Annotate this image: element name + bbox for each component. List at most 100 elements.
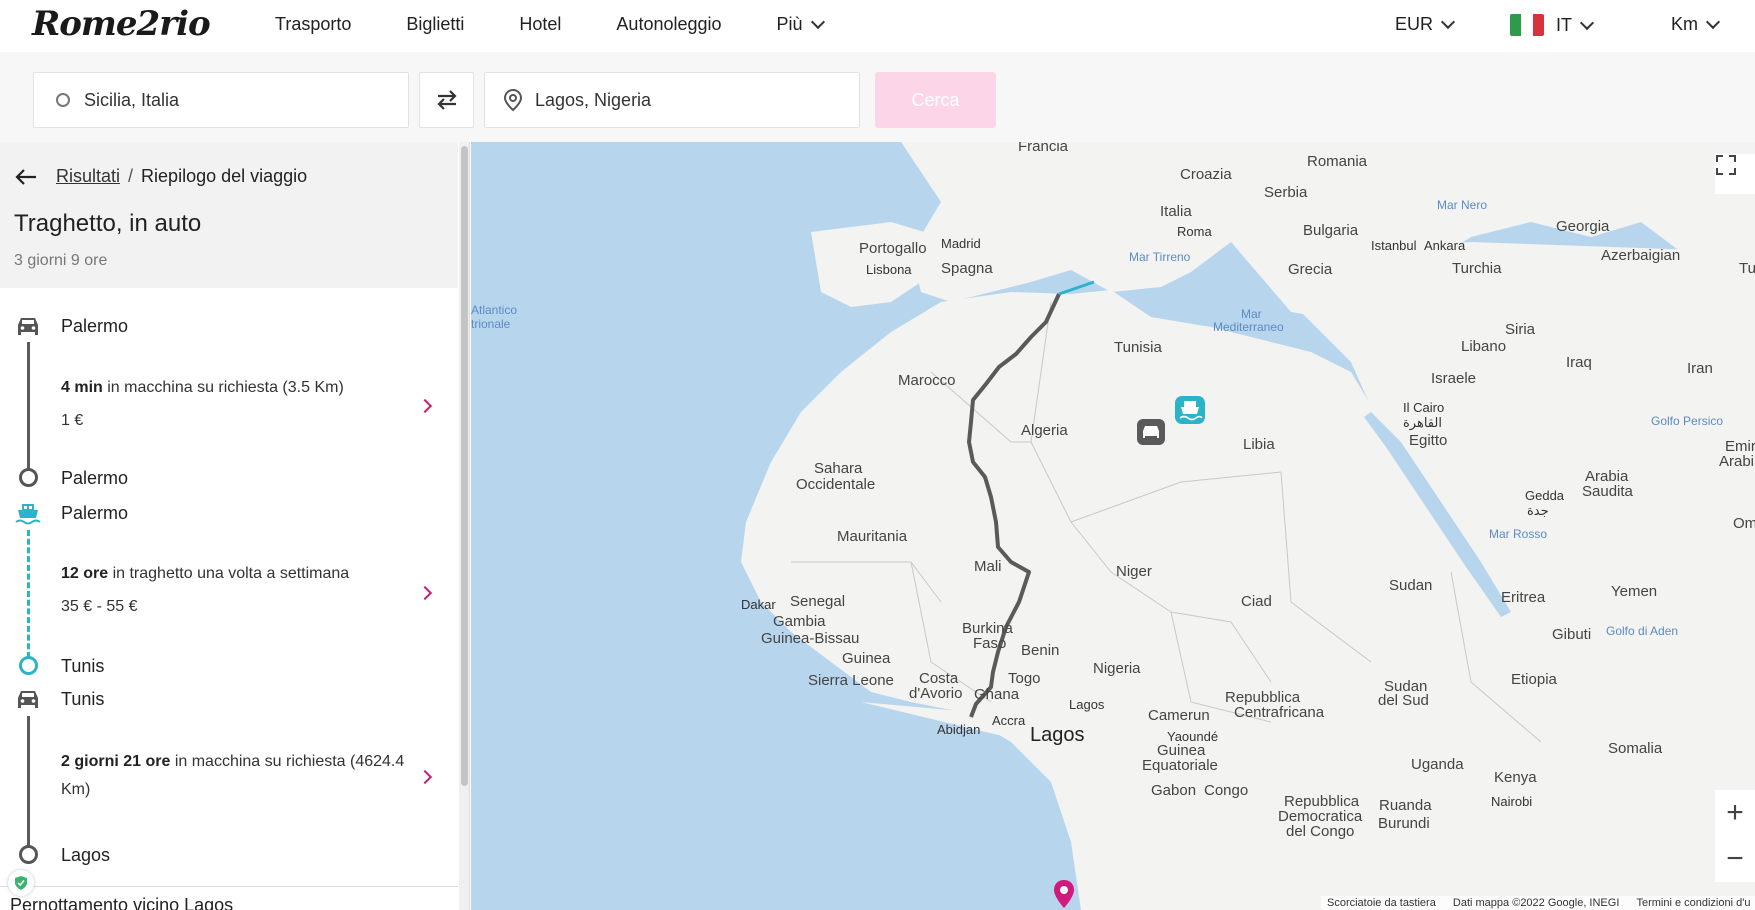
map-label: Grecia (1288, 261, 1333, 278)
map-label: Bulgaria (1303, 222, 1359, 239)
map-label-destination: Lagos (1030, 724, 1085, 746)
map-label: Senegal (790, 593, 846, 610)
segment-car-2[interactable]: 2 giorni 21 ore in macchina su richiesta… (61, 748, 411, 804)
italy-flag-icon (1510, 14, 1544, 36)
segment-ferry-time: 12 ore (61, 565, 109, 582)
nav-trasporto[interactable]: Trasporto (275, 14, 351, 35)
stop-palermo-start: Palermo (61, 316, 129, 336)
segment-ferry[interactable]: 12 ore in traghetto una volta a settiman… (61, 560, 421, 621)
keyboard-shortcuts-link[interactable]: Scorciatoie da tastiera (1327, 897, 1436, 909)
zoom-in-button[interactable]: + (1715, 790, 1755, 836)
segment-car-1-price: 1 € (61, 412, 84, 429)
map-label: Il Cairo (1403, 400, 1445, 415)
map-label: Congo (1204, 782, 1249, 799)
map-label: Sahara (814, 460, 863, 477)
map-label: Saudita (1582, 483, 1633, 500)
segment-car-1-time: 4 min (61, 379, 103, 396)
nav-hotel[interactable]: Hotel (519, 14, 561, 35)
route-map[interactable]: Francia Croazia Romania Serbia Italia Ro… (471, 142, 1755, 910)
locale-controls: EUR IT Km (1395, 14, 1755, 44)
map-label: Mar (1241, 307, 1262, 321)
terms-link[interactable]: Termini e condizioni d'u (1636, 897, 1750, 909)
units-selector[interactable]: Km (1671, 14, 1721, 35)
stop-tunis-port: Tunis (61, 656, 105, 676)
map-label: del Sud (1378, 692, 1429, 709)
destination-input[interactable]: Lagos, Nigeria (484, 72, 860, 128)
destination-pin-icon[interactable] (1053, 879, 1075, 909)
map-label: Ruanda (1379, 797, 1432, 814)
breadcrumb-separator: / (128, 166, 134, 186)
map-label: Turchia (1452, 260, 1502, 277)
map-label: Somalia (1608, 740, 1663, 757)
nav-autonoleggio[interactable]: Autonoleggio (616, 14, 721, 35)
map-label: Gibuti (1552, 626, 1592, 643)
destination-value: Lagos, Nigeria (535, 89, 652, 110)
segment-ferry-desc: in traghetto una volta a settimana (108, 565, 350, 582)
map-label: Guinea-Bissau (761, 630, 860, 647)
map-label: Etiopia (1511, 671, 1557, 688)
map-label: Istanbul (1371, 238, 1417, 253)
swap-button[interactable] (419, 72, 474, 128)
fullscreen-icon (1716, 155, 1736, 175)
map-label: Sierra Leone (808, 672, 894, 689)
top-navigation-bar: Rome2rio Trasporto Biglietti Hotel Auton… (0, 0, 1755, 52)
nav-more-dropdown[interactable]: Più (777, 14, 825, 35)
map-label: Spagna (941, 260, 993, 277)
map-label: Iraq (1566, 354, 1592, 371)
map-label: Equatoriale (1142, 757, 1218, 774)
origin-value: Sicilia, Italia (84, 89, 180, 110)
overnight-section-header[interactable]: Pernottamento vicino Lagos (0, 886, 458, 910)
map-label: Dakar (741, 597, 776, 612)
fullscreen-button[interactable] (1715, 154, 1755, 194)
map-label: Gabon (1151, 782, 1197, 799)
chevron-down-icon (1579, 15, 1595, 30)
breadcrumb-current: Riepilogo del viaggio (141, 166, 308, 186)
currency-label: EUR (1395, 14, 1434, 34)
origin-input[interactable]: Sicilia, Italia (33, 72, 409, 128)
search-bar: Sicilia, Italia Lagos, Nigeria Cerca (0, 52, 1755, 142)
panel-scrollbar[interactable] (459, 142, 469, 910)
rome2rio-logo[interactable]: Rome2rio (32, 4, 211, 44)
map-ferry-marker-icon[interactable] (1174, 395, 1206, 425)
currency-selector[interactable]: EUR (1395, 14, 1456, 35)
back-arrow-icon[interactable] (14, 167, 38, 187)
scrollbar-thumb[interactable] (461, 146, 468, 786)
segment-car-1[interactable]: 4 min in macchina su richiesta (3.5 Km) … (61, 374, 421, 435)
map-label: Kenya (1494, 769, 1537, 786)
chevron-right-icon[interactable] (417, 769, 433, 785)
chevron-down-icon (1440, 14, 1456, 30)
map-label: Arabi Uni (1719, 453, 1755, 470)
map-car-marker-icon[interactable] (1136, 418, 1166, 446)
location-pin-icon (503, 88, 523, 112)
map-label: Togo (1008, 670, 1041, 687)
map-base (741, 142, 1755, 910)
map-label: Accra (992, 713, 1026, 728)
nav-biglietti[interactable]: Biglietti (406, 14, 464, 35)
map-label: Georgia (1556, 218, 1610, 235)
shield-check-icon[interactable] (8, 870, 34, 896)
search-button[interactable]: Cerca (875, 72, 996, 128)
map-label: Faso (973, 635, 1007, 652)
car-route-line (27, 342, 30, 470)
origin-circle-icon (56, 93, 70, 107)
zoom-out-button[interactable]: − (1715, 836, 1755, 882)
map-label: Gedda (1525, 488, 1565, 503)
chevron-down-icon (810, 14, 825, 30)
map-label: Egitto (1409, 432, 1448, 449)
map-label: Siria (1505, 321, 1536, 338)
map-attribution: Scorciatoie da tastiera Dati mappa ©2022… (1321, 896, 1755, 910)
map-label: Lagos (1069, 697, 1105, 712)
map-label: Italia (1160, 203, 1192, 220)
stop-ring (19, 656, 38, 675)
map-label: Occidentale (796, 476, 876, 493)
stop-palermo-car-end: Palermo (61, 468, 129, 488)
map-label: Om (1733, 515, 1755, 532)
map-label: Sudan (1389, 577, 1433, 594)
map-label: Eritrea (1501, 589, 1546, 606)
chevron-down-icon (1705, 14, 1721, 30)
car-icon (18, 691, 38, 708)
map-label: Serbia (1264, 184, 1308, 201)
breadcrumb-results-link[interactable]: Risultati (56, 166, 120, 187)
map-label: Gambia (773, 613, 826, 630)
language-selector[interactable]: IT (1510, 14, 1595, 36)
